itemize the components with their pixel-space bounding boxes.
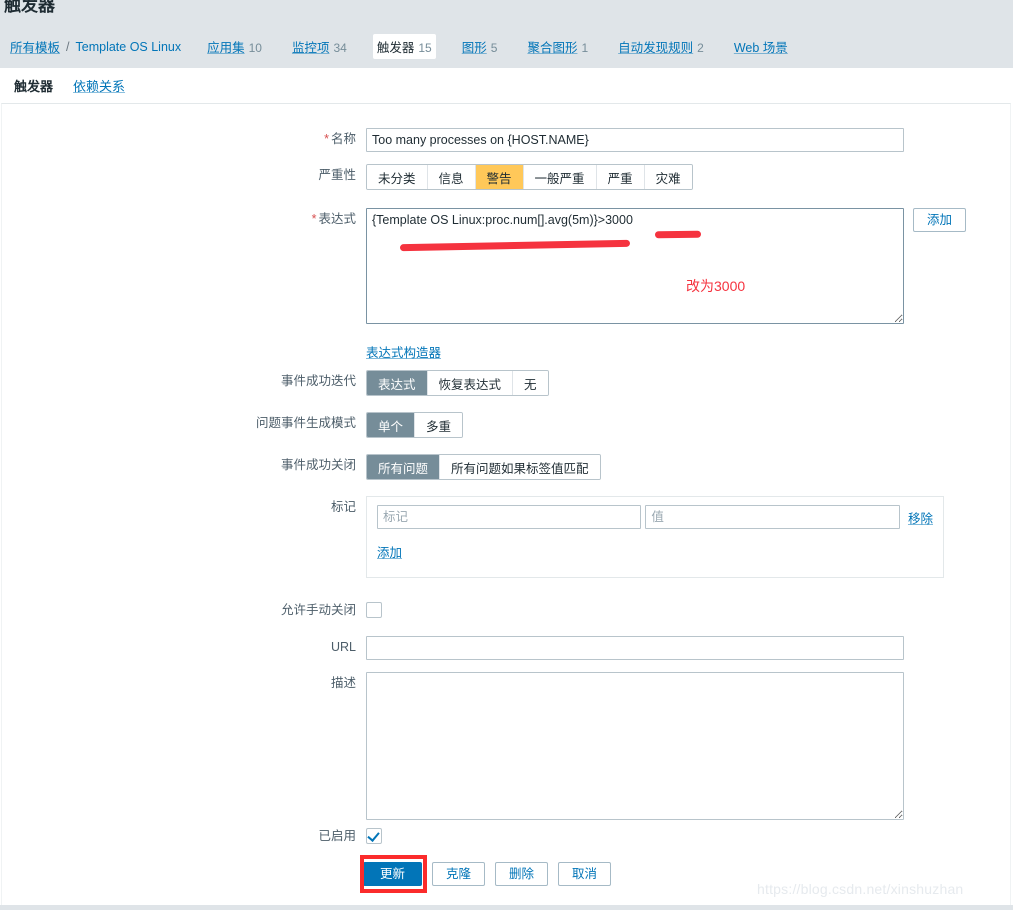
name-label: * 名称 (324, 132, 356, 146)
breadcrumb-item-label: 图形 (461, 41, 487, 55)
ok-event-closes-option-tag-match[interactable]: 所有问题如果标签值匹配 (440, 455, 600, 479)
update-button[interactable]: 更新 (363, 862, 423, 886)
breadcrumb-item-graphs[interactable]: 图形 5 (458, 34, 502, 59)
severity-option-disaster[interactable]: 灾难 (644, 165, 692, 189)
tag-add-link[interactable]: 添加 (377, 546, 402, 560)
url-label: URL (330, 640, 356, 654)
problem-event-mode-radio-group: 单个 多重 (366, 412, 464, 438)
description-label: 描述 (330, 676, 356, 690)
ok-event-option-recovery-expression[interactable]: 恢复表达式 (427, 371, 514, 395)
url-input[interactable] (366, 636, 904, 660)
breadcrumb-item-triggers[interactable]: 触发器 15 (372, 34, 436, 59)
breadcrumb-item-count: 34 (333, 41, 347, 55)
tag-value-input[interactable] (645, 505, 900, 529)
breadcrumb-item-label: 聚合图形 (527, 41, 578, 55)
bottom-strip (0, 905, 1013, 910)
allow-manual-close-checkbox[interactable] (366, 602, 382, 618)
cancel-button[interactable]: 取消 (558, 862, 612, 886)
trigger-form: *名称 严重性 未分类 信息 警告 一般严重 严重 灾难 *表达式 添加 (1, 103, 1011, 905)
required-marker: * (324, 132, 329, 146)
severity-label: 严重性 (318, 168, 356, 182)
tag-add-wrap: 添加 (377, 542, 933, 561)
enabled-checkbox[interactable] (366, 828, 382, 844)
enabled-label: 已启用 (318, 829, 356, 843)
breadcrumb-item-discovery-rules[interactable]: 自动发现规则 2 (614, 34, 708, 59)
breadcrumb-item-count: 15 (418, 41, 432, 55)
breadcrumb-item-web-scenarios[interactable]: Web 场景 (730, 34, 792, 59)
row-expression-builder: 表达式构造器 (166, 342, 441, 361)
ok-event-closes-label: 事件成功关闭 (280, 458, 356, 472)
breadcrumb-item-screens[interactable]: 聚合图形 1 (523, 34, 592, 59)
ok-event-generation-label: 事件成功迭代 (280, 374, 356, 388)
breadcrumb-item-label: Web 场景 (733, 41, 788, 55)
breadcrumb-item-count: 1 (581, 41, 589, 55)
row-problem-event-generation-mode: 问题事件生成模式 单个 多重 (166, 412, 464, 438)
row-ok-event-generation: 事件成功迭代 表达式 恢复表达式 无 (166, 370, 549, 396)
required-marker: * (311, 212, 317, 226)
breadcrumb-item-label: 触发器 (376, 41, 415, 55)
page-title-band: 触发器 (0, 0, 1013, 20)
name-input[interactable] (366, 128, 904, 152)
severity-option-average[interactable]: 一般严重 (523, 165, 597, 189)
problem-event-generation-mode-label: 问题事件生成模式 (255, 416, 356, 430)
severity-option-not-classified[interactable]: 未分类 (367, 165, 428, 189)
expression-constructor-link[interactable]: 表达式构造器 (366, 342, 441, 361)
breadcrumb-item-label: 自动发现规则 (618, 41, 694, 55)
row-severity: 严重性 未分类 信息 警告 一般严重 严重 灾难 (166, 164, 693, 190)
page-title: 触发器 (4, 0, 55, 15)
breadcrumb-separator: / (66, 39, 70, 54)
row-ok-event-closes: 事件成功关闭 所有问题 所有问题如果标签值匹配 (166, 454, 601, 480)
severity-radio-group: 未分类 信息 警告 一般严重 严重 灾难 (366, 164, 693, 190)
expression-textarea[interactable] (366, 208, 904, 324)
breadcrumb-item-items[interactable]: 监控项 34 (288, 34, 351, 59)
breadcrumb-item-label: 应用集 (207, 41, 245, 55)
tag-row: 移除 (377, 505, 933, 529)
breadcrumb-item-count: 10 (248, 41, 262, 55)
problem-event-option-single[interactable]: 单个 (367, 413, 416, 437)
severity-option-information[interactable]: 信息 (427, 165, 476, 189)
tags-label: 标记 (330, 500, 356, 514)
row-url: URL (166, 636, 904, 660)
tag-name-input[interactable] (377, 505, 642, 529)
action-button-group: 更新 克隆 删除 取消 (363, 862, 612, 886)
ok-event-closes-radio-group: 所有问题 所有问题如果标签值匹配 (366, 454, 601, 480)
ok-event-generation-radio-group: 表达式 恢复表达式 无 (366, 370, 549, 396)
expression-add-button[interactable]: 添加 (913, 208, 967, 232)
row-allow-manual-close: 允许手动关闭 (166, 602, 382, 618)
row-tags: 标记 移除 添加 (166, 496, 944, 578)
breadcrumb-item-count: 2 (697, 41, 704, 55)
clone-button[interactable]: 克隆 (432, 862, 486, 886)
breadcrumb-template-name[interactable]: Template OS Linux (76, 40, 182, 54)
expression-label: * 表达式 (311, 212, 356, 226)
subtab-band: 触发器 依赖关系 (0, 68, 1013, 107)
breadcrumb-item-applications[interactable]: 应用集 10 (203, 34, 266, 59)
ok-event-closes-option-all-problems[interactable]: 所有问题 (367, 455, 441, 479)
tags-container: 移除 添加 (366, 496, 944, 578)
ok-event-option-none[interactable]: 无 (513, 371, 548, 395)
description-textarea[interactable] (366, 672, 904, 820)
problem-event-option-multiple[interactable]: 多重 (415, 413, 463, 437)
breadcrumb-band: 所有模板 / Template OS Linux 应用集 10 监控项 34 触… (0, 20, 1013, 68)
row-name: * 名称 (166, 128, 904, 152)
allow-manual-close-label: 允许手动关闭 (280, 603, 356, 617)
row-enabled: 已启用 (166, 828, 382, 844)
delete-button[interactable]: 删除 (495, 862, 549, 886)
row-description: 描述 (166, 672, 904, 820)
tag-remove-link[interactable]: 移除 (908, 508, 933, 527)
ok-event-option-expression[interactable]: 表达式 (367, 371, 428, 395)
zabbix-trigger-config-page: 触发器 所有模板 / Template OS Linux 应用集 10 监控项 … (0, 0, 1013, 910)
severity-option-warning[interactable]: 警告 (475, 165, 524, 189)
watermark-text: https://blog.csdn.net/xinshuzhan (757, 881, 964, 897)
breadcrumb-item-label: 监控项 (291, 41, 330, 55)
row-expression: *表达式 添加 (166, 208, 967, 324)
breadcrumb-all-templates[interactable]: 所有模板 (10, 37, 60, 56)
breadcrumb: 所有模板 / Template OS Linux 应用集 10 监控项 34 触… (10, 34, 792, 59)
row-actions: 更新 克隆 删除 取消 (166, 862, 612, 886)
severity-option-high[interactable]: 严重 (596, 165, 645, 189)
breadcrumb-item-count: 5 (490, 41, 498, 55)
